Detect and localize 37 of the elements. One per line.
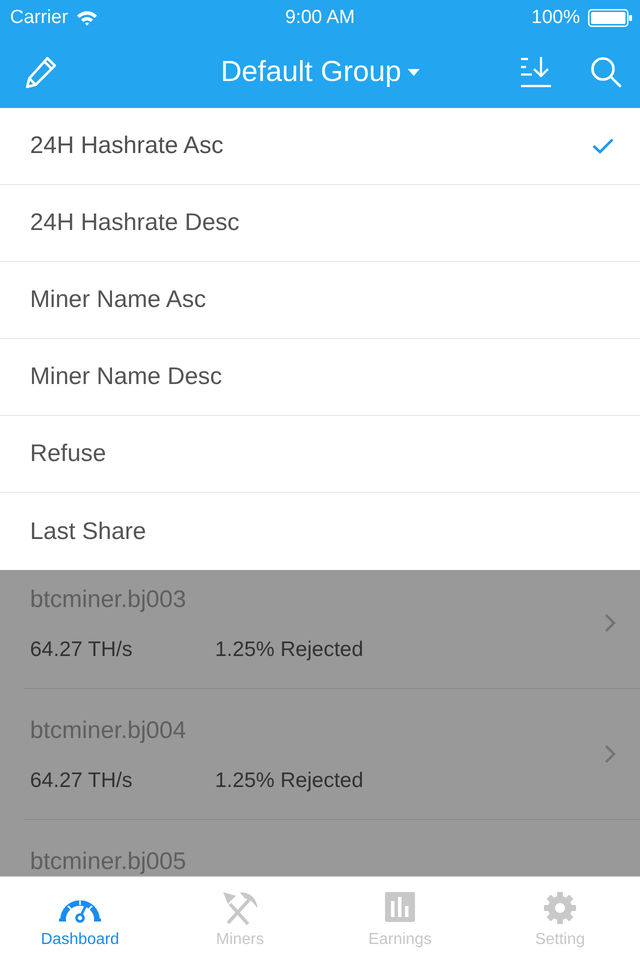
sort-button[interactable] xyxy=(518,54,554,90)
miner-row[interactable]: btcminer.bj004 64.27 TH/s 1.25% Rejected xyxy=(24,689,640,820)
sort-option-label: 24H Hashrate Asc xyxy=(30,131,224,161)
chevron-icon xyxy=(604,612,616,632)
sort-option-label: Miner Name Desc xyxy=(30,362,222,392)
sort-option[interactable]: 24H Hashrate Asc xyxy=(0,108,640,185)
sort-option[interactable]: 24H Hashrate Desc xyxy=(0,185,640,262)
hashrate-value: 64.27 TH/s xyxy=(30,637,134,663)
battery-label: 100% xyxy=(531,7,580,29)
sort-option[interactable]: Miner Name Desc xyxy=(0,339,640,416)
sort-option[interactable]: Last Share xyxy=(0,493,640,570)
miner-name: btcminer.bj003 xyxy=(30,585,186,615)
battery-icon xyxy=(588,9,632,27)
caret-icon xyxy=(407,68,420,76)
sort-option-label: Refuse xyxy=(30,439,106,469)
carrier-label: Carrier xyxy=(10,7,68,29)
sort-option[interactable]: Refuse xyxy=(0,416,640,493)
search-button[interactable] xyxy=(588,54,624,90)
time-label: 9:00 AM xyxy=(285,7,355,29)
sort-option-label: Miner Name Asc xyxy=(30,285,206,315)
pencil-icon xyxy=(24,55,58,89)
chevron-icon xyxy=(604,744,616,764)
miner-name: btcminer.bj005 xyxy=(30,847,186,876)
sort-option[interactable]: Miner Name Asc xyxy=(0,262,640,339)
sort-option-label: Last Share xyxy=(30,516,146,546)
miner-name: btcminer.bj004 xyxy=(30,716,186,746)
search-icon xyxy=(590,56,622,88)
miner-row[interactable]: btcminer.bj003 64.27 TH/s 1.25% Rejected xyxy=(24,570,640,689)
group-dropdown[interactable]: Default Group xyxy=(216,54,424,90)
wifi-icon xyxy=(76,10,98,26)
rejected-rate: 1.25% Rejected xyxy=(215,637,364,663)
sort-descending-icon xyxy=(520,56,552,88)
checkmark-icon xyxy=(592,138,614,154)
hashrate-value: 64.27 TH/s xyxy=(30,768,134,794)
sort-option-label: 24H Hashrate Desc xyxy=(30,208,240,238)
rejected-rate: 1.25% Rejected xyxy=(215,768,364,794)
tab-item[interactable]: Dashboard xyxy=(0,877,160,960)
